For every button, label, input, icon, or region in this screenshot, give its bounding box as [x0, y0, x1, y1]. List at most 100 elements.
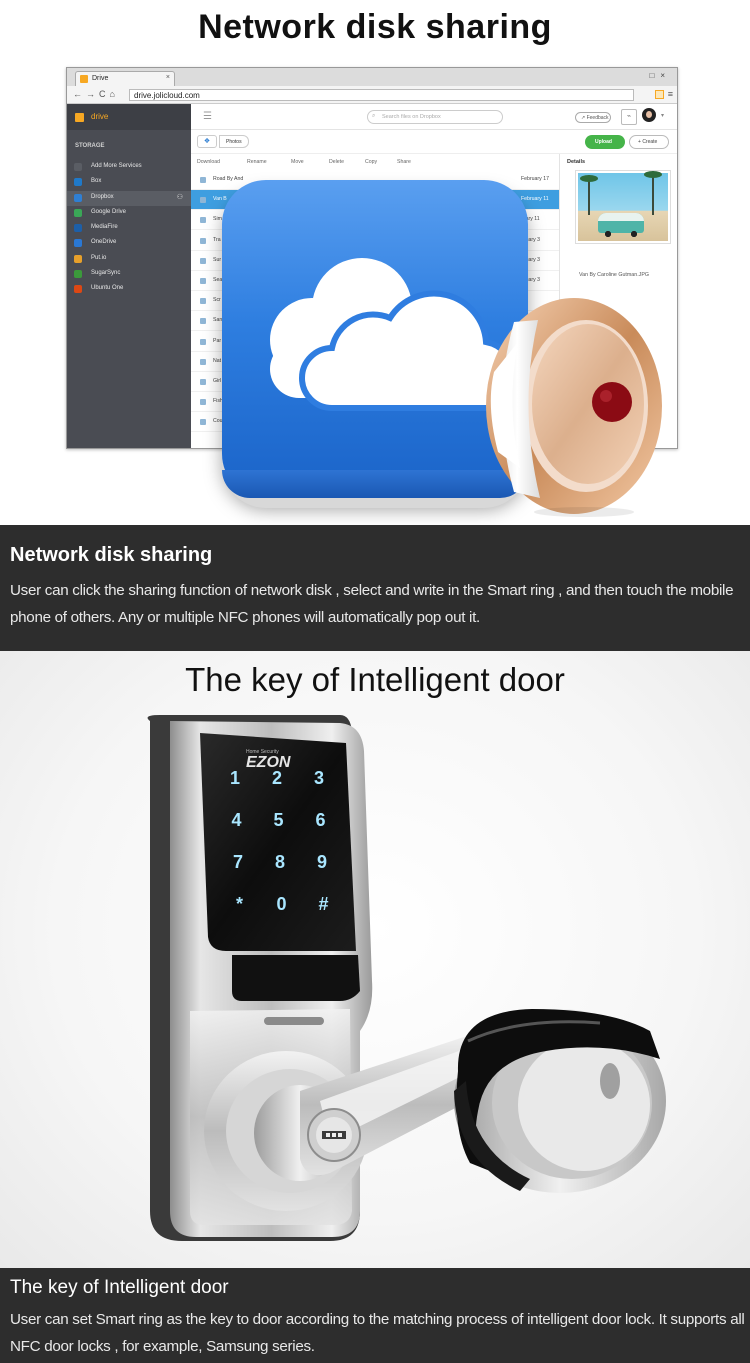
sidebar-item-label: MediaFire — [91, 224, 118, 231]
sidebar-item: OneDrive — [67, 236, 191, 251]
sidebar-item: MediaFire — [67, 221, 191, 236]
search-icon: ⌕ — [372, 113, 376, 119]
drive-topbar: ☰ ⌕ Search files on Dropbox ↗ Feedback ⌁… — [191, 104, 677, 130]
description-text: User can set Smart ring as the key to do… — [10, 1311, 745, 1355]
storage-heading: STORAGE — [75, 143, 105, 149]
box-icon — [74, 178, 82, 187]
sidebar-item: Add More Services — [67, 160, 191, 175]
sidebar-item-label: Ubuntu One — [91, 285, 124, 292]
file-icon — [200, 197, 206, 204]
move-action: Move — [291, 159, 304, 165]
file-icon — [200, 318, 206, 325]
share-action: Share — [397, 159, 411, 165]
download-action: Download — [197, 159, 221, 165]
file-name: Nat — [213, 357, 222, 364]
sugarsync-icon — [74, 270, 82, 279]
sidebar-item-label: OneDrive — [91, 239, 117, 246]
file-icon — [200, 358, 206, 365]
sidebar-item-label: Dropbox — [91, 193, 114, 200]
door-lock-illustration: Home Security EZON 1 2 34 5 67 8 9* 0 # — [147, 715, 666, 1241]
file-icon — [200, 379, 206, 385]
section-title: Network disk sharing — [198, 8, 552, 46]
file-icon — [200, 338, 206, 345]
putio-icon — [74, 254, 82, 263]
create-button: + Create — [629, 135, 669, 149]
keypad-key: # — [318, 894, 328, 914]
sidebar-item: Box — [67, 175, 191, 190]
ubuntu-one-icon — [74, 285, 82, 294]
tab-label: Drive — [92, 75, 109, 82]
keypad-key: 2 — [272, 768, 282, 788]
delete-action: Delete — [329, 159, 344, 165]
create-label: Create — [642, 139, 658, 145]
keypad-key: 6 — [315, 810, 325, 830]
file-name: Sur — [213, 256, 222, 263]
keypad-key: * — [236, 894, 243, 914]
description-title: Network disk sharing — [10, 544, 213, 566]
details-heading: Details — [567, 159, 586, 165]
menu-icon: ≡ — [654, 89, 673, 100]
keypad-key: 8 — [275, 852, 285, 872]
sidebar-item: Put.io — [67, 252, 191, 267]
search-placeholder: Search files on Dropbox — [382, 114, 441, 120]
description-title: The key of Intelligent door — [10, 1277, 229, 1298]
keypad-key: 1 — [230, 768, 240, 788]
browser-tab-bar: Drive × □× — [67, 68, 677, 86]
drive-favicon-icon — [80, 75, 88, 83]
chevron-down-icon: ▾ — [661, 113, 665, 119]
sidebar-item-label: SugarSync — [91, 270, 121, 277]
file-name: Sim — [213, 216, 222, 223]
file-name: Girl — [213, 378, 222, 384]
door-key-description: The key of Intelligent door User can set… — [0, 1268, 750, 1363]
file-name: Scr — [213, 297, 221, 304]
mediafire-icon — [74, 224, 82, 233]
file-icon — [200, 177, 206, 183]
breadcrumb-photos: Photos — [219, 135, 249, 148]
keypad-key: 0 — [276, 894, 286, 914]
file-icon — [200, 217, 206, 224]
file-name: San — [213, 317, 223, 324]
nav-buttons-icon: ←→C⌂ — [73, 89, 119, 99]
add-user-icon: ⚇ — [176, 193, 183, 201]
sidebar-item: Ubuntu One — [67, 282, 191, 297]
drive-brand: drive — [91, 112, 109, 121]
hamburger-icon: ☰ — [203, 111, 212, 122]
drive-logo-icon — [75, 113, 84, 122]
feedback-button: ↗ Feedback — [575, 112, 611, 123]
file-icon — [200, 237, 206, 244]
activity-icon: ⌁ — [621, 109, 637, 125]
lock-brand: EZON — [246, 754, 291, 771]
window-controls-icon: □× — [649, 71, 671, 80]
copy-action: Copy — [365, 159, 378, 165]
plus-icon — [74, 163, 82, 171]
white-smart-ring — [486, 298, 662, 517]
avatar — [642, 108, 656, 122]
sidebar-item-label: Put.io — [91, 254, 107, 261]
sidebar-item: Dropbox ⚇ — [67, 190, 191, 206]
photo-preview — [575, 170, 671, 244]
sidebar-item: Google Drive — [67, 206, 191, 221]
keypad-key: 4 — [231, 810, 241, 830]
onedrive-icon — [74, 239, 82, 248]
keypad-key: 5 — [273, 810, 283, 830]
keypad-key: 9 — [317, 852, 327, 872]
upload-button: Upload — [585, 135, 625, 149]
file-icon — [200, 399, 206, 406]
file-icon — [200, 298, 206, 305]
file-name: Par — [213, 337, 222, 344]
file-icon — [200, 278, 206, 284]
drive-sidebar: drive STORAGE Add More Services Box Dropbo… — [67, 104, 191, 448]
file-toolbar: Download Rename Move Delete Copy Share — [191, 154, 559, 170]
file-name: Sea — [213, 277, 223, 283]
network-disk-section: Network disk sharing Drive × □× ←→C⌂ dri… — [0, 0, 750, 525]
sidebar-item-label: Add More Services — [91, 163, 142, 169]
door-key-section: The key of Intelligent door Home Securit… — [0, 651, 750, 1268]
keypad-key: 3 — [314, 768, 324, 788]
network-disk-description: Network disk sharing User can click the … — [0, 525, 750, 651]
google-drive-icon — [74, 208, 82, 217]
browser-tab: Drive × — [75, 71, 175, 86]
rename-action: Rename — [247, 159, 267, 165]
black-smart-ring — [454, 1009, 666, 1193]
dropbox-icon — [74, 193, 82, 202]
cloud-app-icon — [222, 180, 528, 500]
